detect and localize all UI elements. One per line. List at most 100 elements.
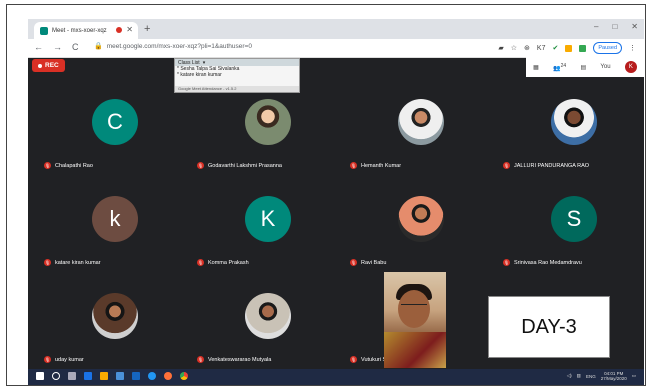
- star-icon[interactable]: ☆: [511, 44, 517, 52]
- participant-name: Venkateswararao Mutyala: [208, 356, 272, 363]
- participant-name: Hemanth Kumar: [361, 162, 402, 169]
- participant-tile[interactable]: C 🎙 Chalapathi Rao: [40, 89, 190, 181]
- new-tab-button[interactable]: +: [144, 23, 150, 35]
- screen: Meet - mxs-xoer-xqz ✕ + – □ ✕ ← → C 🔒 me…: [28, 19, 644, 385]
- store-icon[interactable]: [116, 372, 124, 380]
- rec-dot-icon: [38, 63, 42, 68]
- participant-nametag: 🎙 uday kumar: [44, 356, 84, 363]
- forward-button[interactable]: →: [53, 42, 62, 52]
- participant-tile[interactable]: K 🎙 Komma Prakash: [193, 186, 343, 278]
- mic-muted-icon: 🎙: [350, 162, 357, 169]
- check-extension-icon[interactable]: ✔: [552, 44, 558, 52]
- notification-icon[interactable]: ▭: [632, 373, 636, 379]
- system-tray: ◁) ▥ ENG 04:01 PM 27/May/2020 ▭: [567, 371, 636, 381]
- participant-nametag: 🎙 Venkateswararao Mutyala: [197, 356, 271, 363]
- participant-name: uday kumar: [55, 356, 84, 363]
- participant-tile[interactable]: 🎙 uday kumar: [40, 283, 190, 375]
- participant-tile[interactable]: S 🎙 Srinivasa Rao Medamdravu: [499, 186, 644, 278]
- mic-muted-icon: 🎙: [350, 259, 357, 266]
- participant-avatar: K: [245, 196, 291, 242]
- participant-avatar: S: [551, 196, 597, 242]
- participant-name: Godavarthi Lakshmi Prasanna: [208, 162, 282, 169]
- address-bar[interactable]: 🔒 meet.google.com/mxs-xoer-xqz?pli=1&aut…: [94, 42, 252, 51]
- profile-button[interactable]: Paused: [593, 42, 622, 54]
- rec-button[interactable]: REC: [32, 59, 65, 72]
- participant-nametag: 🎙 Hemanth Kumar: [350, 162, 401, 169]
- participant-tile[interactable]: 🎙 Hemanth Kumar: [346, 89, 496, 181]
- participant-tile[interactable]: 🎙 JALLURI PANDURANGA RAO: [499, 89, 644, 181]
- class-list-header: Class List ▾: [175, 59, 299, 66]
- nav-buttons: ← → C: [34, 42, 79, 52]
- tab-title: Meet - mxs-xoer-xqz: [52, 27, 107, 34]
- participant-avatar: [398, 196, 444, 242]
- day-label-overlay: DAY-3: [488, 296, 610, 358]
- mic-muted-icon: 🎙: [350, 356, 357, 363]
- people-button[interactable]: 👥24: [553, 63, 566, 72]
- video-clothing: [384, 332, 446, 368]
- participant-tile[interactable]: 🎙 Godavarthi Lakshmi Prasanna: [193, 89, 343, 181]
- k7-extension[interactable]: K7: [537, 45, 546, 52]
- mic-muted-icon: 🎙: [503, 162, 510, 169]
- clock-date: 27/May/2020: [600, 376, 627, 381]
- mail-icon[interactable]: [132, 372, 140, 380]
- chrome-icon[interactable]: [180, 372, 188, 380]
- dropdown-icon[interactable]: ▾: [203, 60, 206, 66]
- search-icon[interactable]: [52, 372, 60, 380]
- participant-name: JALLURI PANDURANGA RAO: [514, 162, 590, 169]
- file-explorer-icon[interactable]: [100, 372, 108, 380]
- extensions-bar: ▰ ☆ ⊛ K7 ✔ Paused ⋮: [498, 42, 636, 54]
- ie-icon[interactable]: [148, 372, 156, 380]
- lang-indicator[interactable]: ENG: [586, 374, 596, 379]
- you-label: You: [600, 64, 611, 70]
- maximize-button[interactable]: □: [612, 22, 617, 31]
- participant-name: Chalapathi Rao: [55, 162, 93, 169]
- browser-toolbar: ← → C 🔒 meet.google.com/mxs-xoer-xqz?pli…: [28, 39, 644, 58]
- participant-avatar: C: [92, 99, 138, 145]
- volume-icon[interactable]: ◁): [567, 373, 572, 379]
- extension-icon[interactable]: ⊛: [524, 44, 530, 52]
- participant-nametag: 🎙 Komma Prakash: [197, 259, 249, 266]
- video-glasses: [401, 304, 427, 310]
- participant-name: Ravi Babu: [361, 259, 387, 266]
- participant-nametag: 🎙 Chalapathi Rao: [44, 162, 93, 169]
- firefox-icon[interactable]: [164, 372, 172, 380]
- participant-nametag: 🎙 JALLURI PANDURANGA RAO: [503, 162, 589, 169]
- minimize-button[interactable]: –: [594, 22, 598, 31]
- participant-name: katare kiran kumar: [55, 259, 101, 266]
- participant-avatar: [551, 99, 597, 145]
- participant-tile[interactable]: 🎙 Ravi Babu: [346, 186, 496, 278]
- grid-layout-icon[interactable]: ▦: [533, 64, 539, 71]
- participant-avatar: [245, 99, 291, 145]
- green-extension-icon[interactable]: [579, 44, 587, 52]
- window-controls: – □ ✕: [594, 22, 638, 31]
- participant-video-feed: [384, 272, 446, 368]
- participant-name: Komma Prakash: [208, 259, 249, 266]
- back-button[interactable]: ←: [34, 42, 43, 52]
- reload-button[interactable]: C: [72, 42, 79, 52]
- mic-muted-icon: 🎙: [197, 162, 204, 169]
- class-list-item: * katare kiran kumar: [177, 72, 222, 78]
- close-tab-icon[interactable]: ✕: [126, 25, 133, 34]
- you-avatar[interactable]: K: [624, 61, 637, 73]
- browser-tab[interactable]: Meet - mxs-xoer-xqz ✕: [34, 22, 138, 39]
- menu-icon[interactable]: ⋮: [629, 44, 636, 52]
- chat-icon[interactable]: ▤: [580, 64, 586, 71]
- screenshot-frame: Meet - mxs-xoer-xqz ✕ + – □ ✕ ← → C 🔒 me…: [6, 4, 646, 386]
- camera-icon[interactable]: ▰: [498, 44, 503, 52]
- yellow-extension-icon[interactable]: [565, 44, 573, 52]
- recording-indicator-icon: [116, 27, 122, 33]
- windows-start-icon[interactable]: [36, 372, 44, 380]
- mic-muted-icon: 🎙: [44, 259, 51, 266]
- edge-icon[interactable]: [84, 372, 92, 380]
- mic-muted-icon: 🎙: [197, 259, 204, 266]
- mic-muted-icon: 🎙: [503, 259, 510, 266]
- participant-nametag: 🎙 Srinivasa Rao Medamdravu: [503, 259, 582, 266]
- taskbar-apps: [36, 372, 188, 380]
- close-window-button[interactable]: ✕: [631, 22, 638, 31]
- task-view-icon[interactable]: [68, 372, 76, 380]
- participant-tile[interactable]: k 🎙 katare kiran kumar: [40, 186, 190, 278]
- clock[interactable]: 04:01 PM 27/May/2020: [601, 371, 627, 381]
- meet-top-controls: ▦ 👥24 ▤ You K: [526, 57, 644, 77]
- network-icon[interactable]: ▥: [577, 373, 581, 379]
- participant-tile[interactable]: 🎙 Venkateswararao Mutyala: [193, 283, 343, 375]
